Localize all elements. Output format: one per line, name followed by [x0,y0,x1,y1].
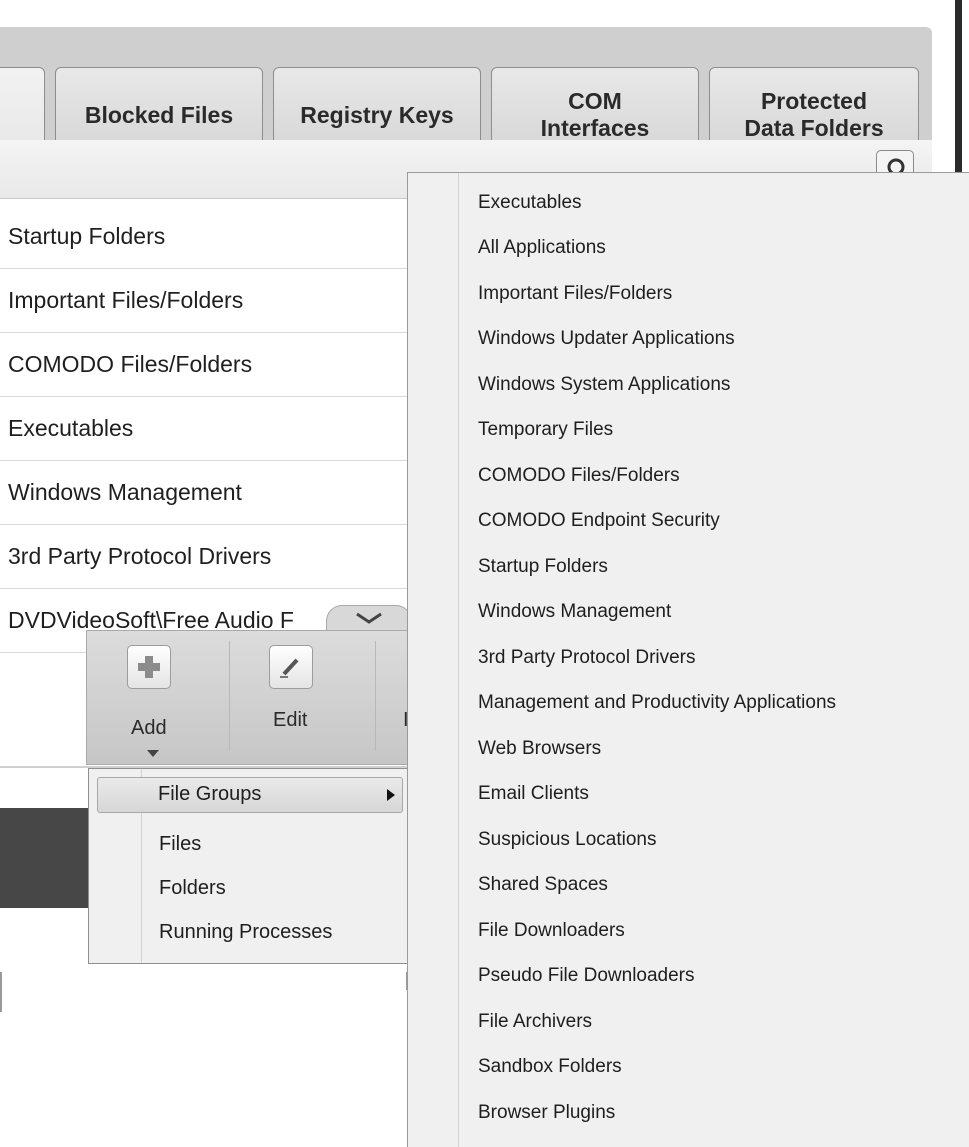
menu-item-file-groups[interactable]: File Groups [97,777,403,813]
window-edge-highlight [962,0,969,178]
menu-item[interactable]: Startup Folders [478,544,608,590]
list-item[interactable]: COMODO Files/Folders [0,333,432,397]
menu-item[interactable]: Windows Management [478,589,671,635]
tab-label: Protected Data Folders [744,88,884,141]
menu-gutter [458,173,459,1147]
chevron-down-icon [356,612,382,624]
list-item[interactable]: Executables [0,397,432,461]
list-item-label: Windows Management [8,479,242,505]
menu-item-label: File Groups [158,783,262,805]
divider [0,972,2,1012]
menu-item[interactable]: Suspicious Locations [478,817,657,863]
menu-item[interactable]: Browser Plugins [478,1090,615,1136]
list-item[interactable]: 3rd Party Protocol Drivers [0,525,432,589]
tab-strip: Blocked Files Registry Keys COM Interfac… [0,27,932,163]
toolbar-separator [375,641,376,751]
menu-item[interactable]: Windows System Applications [478,362,730,408]
menu-item[interactable]: Shared Spaces [478,862,608,908]
tab-label: Registry Keys [300,101,454,128]
list-item-label: Important Files/Folders [8,287,244,313]
tab-label: Blocked Files [84,101,234,128]
file-groups-submenu: Executables All Applications Important F… [407,172,969,1147]
menu-item-running-processes[interactable]: Running Processes [159,921,332,944]
toolbar-separator [229,641,230,751]
menu-item[interactable]: File Downloaders [478,908,625,954]
menu-item[interactable]: Sandbox Folders [478,1044,622,1090]
list-item[interactable]: Windows Management [0,461,432,525]
menu-item[interactable]: COMODO Files/Folders [478,453,680,499]
pencil-icon [280,658,299,678]
list-item-label: Startup Folders [8,223,166,249]
add-button[interactable] [127,645,171,689]
edit-label: Edit [273,709,308,731]
list-item-label: COMODO Files/Folders [8,351,253,377]
list-item-label: 3rd Party Protocol Drivers [8,543,272,569]
menu-item[interactable]: Temporary Files [478,407,613,453]
menu-item[interactable]: Windows Updater Applications [478,316,735,362]
menu-item[interactable]: Web Browsers [478,726,601,772]
chevron-right-icon [387,789,395,801]
list-item[interactable]: Important Files/Folders [0,269,432,333]
add-dropdown-menu: File Groups Files Folders Running Proces… [88,768,410,964]
file-group-list: Startup Folders Important Files/Folders … [0,205,432,653]
menu-item-folders[interactable]: Folders [159,877,226,900]
menu-item-files[interactable]: Files [159,833,201,856]
menu-item[interactable]: Email Clients [478,771,589,817]
add-label: Add [131,717,167,739]
caret-down-icon[interactable] [146,749,160,759]
menu-item[interactable]: 3rd Party Protocol Drivers [478,635,696,681]
menu-item[interactable]: Pseudo File Downloaders [478,953,695,999]
edit-button[interactable] [269,645,313,689]
menu-item[interactable]: COMODO Endpoint Security [478,498,720,544]
menu-item[interactable]: Management and Productivity Applications [478,680,836,726]
menu-item[interactable]: Important Files/Folders [478,271,672,317]
list-item[interactable]: Startup Folders [0,205,432,269]
menu-item[interactable]: All Applications [478,225,606,271]
list-item-label: Executables [8,415,134,441]
action-toolbar: Add Edit I [86,630,416,765]
tab-label: COM Interfaces [540,88,650,141]
menu-item[interactable]: Executables [478,180,582,226]
menu-item[interactable]: File Archivers [478,999,592,1045]
plus-icon [138,656,160,678]
